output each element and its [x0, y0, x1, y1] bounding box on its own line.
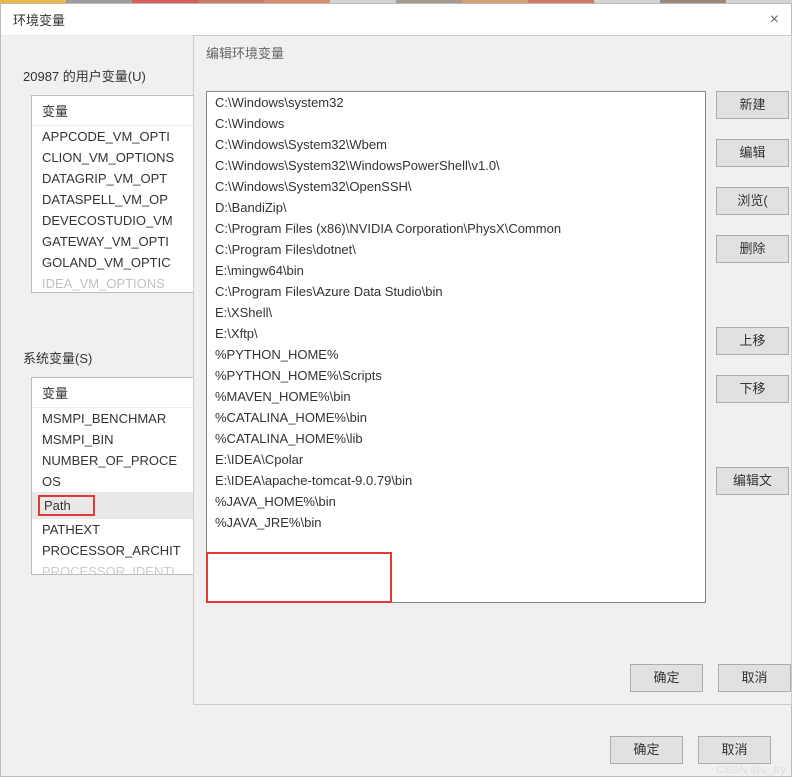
edit-title: 编辑环境变量 [206, 43, 284, 62]
move-down-button[interactable]: 下移 [716, 375, 789, 403]
path-list-item[interactable]: C:\Program Files\Azure Data Studio\bin [207, 281, 705, 302]
edit-titlebar: 编辑环境变量 [194, 36, 791, 68]
browse-button[interactable]: 浏览( [716, 187, 789, 215]
path-list-item[interactable]: E:\XShell\ [207, 302, 705, 323]
path-list-item[interactable]: E:\IDEA\Cpolar [207, 449, 705, 470]
path-list-item[interactable]: %CATALINA_HOME%\lib [207, 428, 705, 449]
main-cancel-button[interactable]: 取消 [698, 736, 771, 764]
path-list-item[interactable]: C:\Program Files\dotnet\ [207, 239, 705, 260]
path-list-item[interactable]: %PYTHON_HOME%\Scripts [207, 365, 705, 386]
path-list-item[interactable]: E:\mingw64\bin [207, 260, 705, 281]
new-button[interactable]: 新建 [716, 91, 789, 119]
path-list-item[interactable]: C:\Program Files (x86)\NVIDIA Corporatio… [207, 218, 705, 239]
edit-text-button[interactable]: 编辑文 [716, 467, 789, 495]
path-listbox[interactable]: C:\Windows\system32C:\WindowsC:\Windows\… [206, 91, 706, 603]
path-list-item[interactable]: C:\Windows\System32\Wbem [207, 134, 705, 155]
path-list-item[interactable]: %JAVA_JRE%\bin [207, 512, 705, 533]
path-list-item[interactable]: E:\Xftp\ [207, 323, 705, 344]
path-list-item[interactable]: %JAVA_HOME%\bin [207, 491, 705, 512]
button-column: 新建 编辑 浏览( 删除 上移 下移 编辑文 [716, 91, 791, 515]
path-list-item[interactable]: %MAVEN_HOME%\bin [207, 386, 705, 407]
move-up-button[interactable]: 上移 [716, 327, 789, 355]
delete-button[interactable]: 删除 [716, 235, 789, 263]
path-list-item[interactable]: E:\IDEA\apache-tomcat-9.0.79\bin [207, 470, 705, 491]
main-title: 环境变量 [13, 10, 65, 29]
path-list-item[interactable]: C:\Windows\System32\WindowsPowerShell\v1… [207, 155, 705, 176]
close-icon[interactable]: × [770, 11, 779, 29]
path-list-item[interactable]: D:\BandiZip\ [207, 197, 705, 218]
watermark: CSDN @L_try [716, 764, 786, 776]
path-list-item[interactable]: %PYTHON_HOME% [207, 344, 705, 365]
path-list-item[interactable]: %CATALINA_HOME%\bin [207, 407, 705, 428]
edit-button[interactable]: 编辑 [716, 139, 789, 167]
path-list-item[interactable]: C:\Windows\system32 [207, 92, 705, 113]
main-ok-button[interactable]: 确定 [610, 736, 683, 764]
edit-cancel-button[interactable]: 取消 [718, 664, 791, 692]
main-titlebar: 环境变量 × [1, 4, 791, 36]
edit-env-var-dialog: 编辑环境变量 C:\Windows\system32C:\WindowsC:\W… [193, 35, 792, 705]
path-list-item[interactable]: C:\Windows [207, 113, 705, 134]
path-list-item[interactable]: C:\Windows\System32\OpenSSH\ [207, 176, 705, 197]
edit-ok-button[interactable]: 确定 [630, 664, 703, 692]
